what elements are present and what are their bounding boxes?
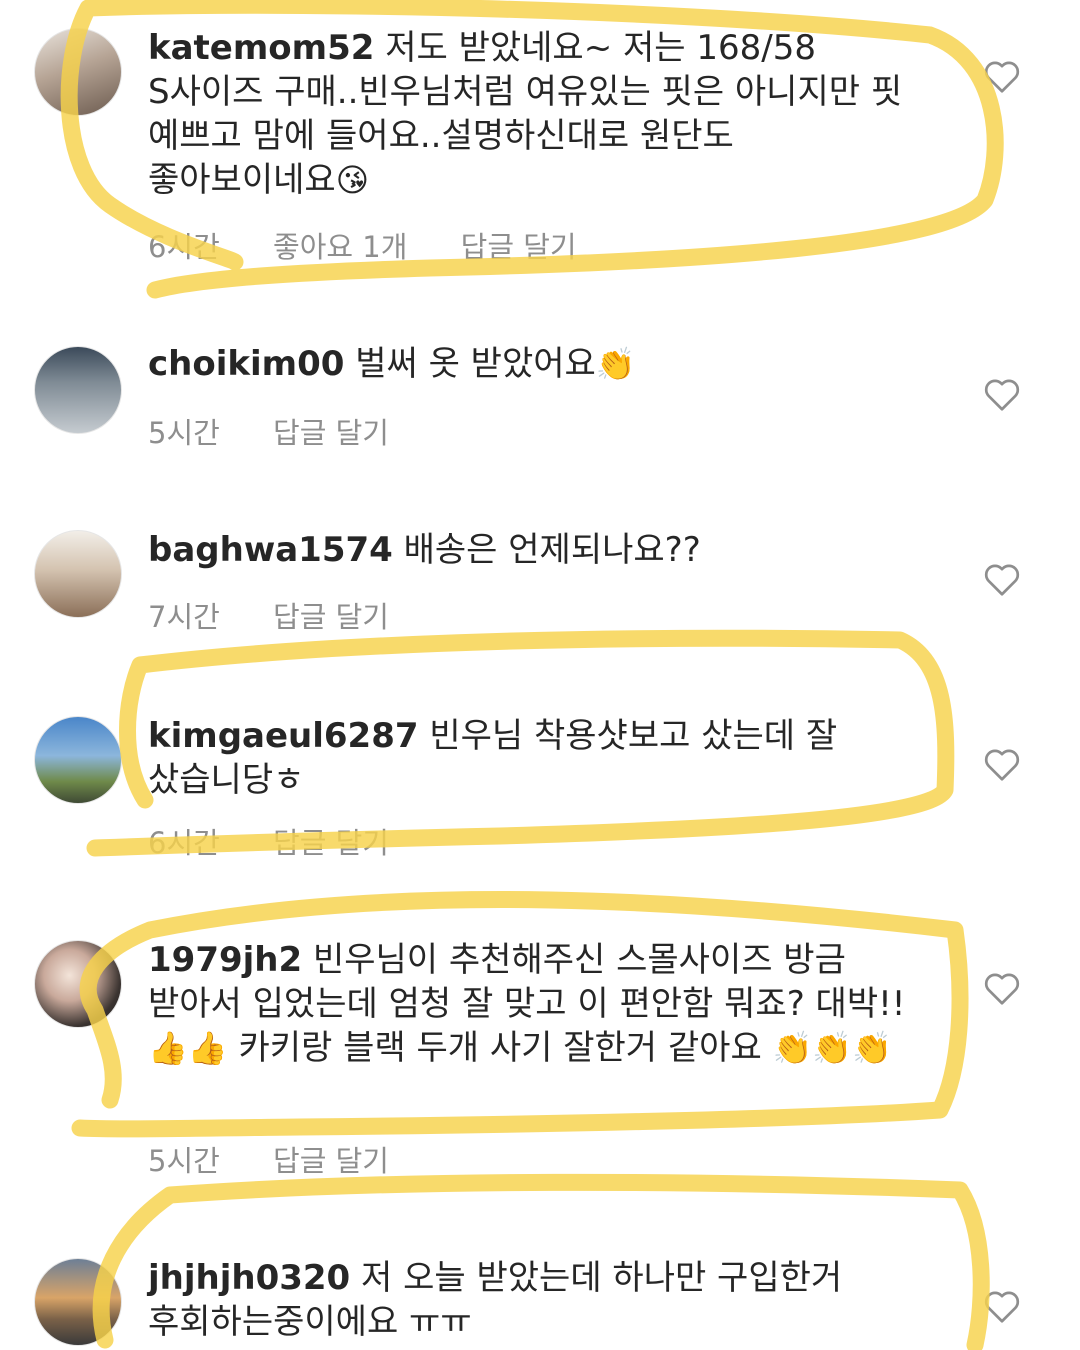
reply-button[interactable]: 답글 달기 — [461, 230, 577, 264]
clap-emoji: 👏 — [595, 345, 636, 383]
reply-button[interactable]: 답글 달기 — [273, 1144, 389, 1178]
heart-icon[interactable] — [984, 378, 1020, 412]
comment-body-continued: 카키랑 블랙 두개 사기 잘한거 같아요 — [238, 1028, 762, 1068]
comment-username[interactable]: choikim00 — [148, 344, 344, 384]
heart-icon[interactable] — [984, 563, 1020, 597]
heart-icon[interactable] — [984, 1290, 1020, 1324]
comment-username[interactable]: kimgaeul6287 — [148, 716, 419, 756]
comment-text: choikim00 벌써 옷 받았어요👏 — [148, 342, 928, 386]
avatar[interactable] — [34, 716, 122, 804]
comment-username[interactable]: baghwa1574 — [148, 530, 393, 570]
comment-meta: 6시간 좋아요 1개 답글 달기 — [148, 224, 621, 266]
comment-meta: 5시간 답글 달기 — [148, 1138, 433, 1180]
comment-meta: 7시간 답글 달기 — [148, 594, 433, 636]
heart-icon[interactable] — [984, 972, 1020, 1006]
comment-body: 벌써 옷 받았어요 — [355, 344, 596, 384]
comment-text: kimgaeul6287 빈우님 착용샷보고 샀는데 잘 샀습니당ㅎ — [148, 714, 928, 802]
comment-username[interactable]: 1979jh2 — [148, 940, 302, 980]
comment-text: jhjhjh0320 저 오늘 받았는데 하나만 구입한거 후회하는중이에요 ㅠ… — [148, 1256, 928, 1344]
heart-icon[interactable] — [984, 60, 1020, 94]
reply-button[interactable]: 답글 달기 — [273, 600, 389, 634]
avatar[interactable] — [34, 940, 122, 1028]
comment-text: katemom52 저도 받았네요~ 저는 168/58 S사이즈 구매..빈우… — [148, 26, 928, 202]
comment-likes[interactable]: 좋아요 1개 — [273, 230, 407, 264]
comment-time: 5시간 — [148, 1144, 220, 1178]
comment-time: 5시간 — [148, 416, 220, 450]
comment-time: 6시간 — [148, 230, 220, 264]
comment-meta: 5시간 답글 달기 — [148, 410, 433, 452]
comment-time: 7시간 — [148, 600, 220, 634]
avatar[interactable] — [34, 346, 122, 434]
heart-icon[interactable] — [984, 748, 1020, 782]
avatar[interactable] — [34, 1258, 122, 1346]
avatar[interactable] — [34, 28, 122, 116]
avatar[interactable] — [34, 530, 122, 618]
thumbs-up-emoji: 👍👍 — [148, 1029, 228, 1067]
comment-body: 배송은 언제되나요?? — [403, 530, 701, 570]
comment-meta: 6시간 답글 달기 — [148, 820, 433, 862]
clap-emoji: 👏👏👏 — [772, 1029, 893, 1067]
reply-button[interactable]: 답글 달기 — [273, 416, 389, 450]
comment-time: 6시간 — [148, 826, 220, 860]
comment-username[interactable]: jhjhjh0320 — [148, 1258, 350, 1298]
comment-text: 1979jh2 빈우님이 추천해주신 스몰사이즈 방금 받아서 입었는데 엄청 … — [148, 938, 918, 1070]
kiss-emoji: 😘 — [335, 161, 370, 199]
reply-button[interactable]: 답글 달기 — [273, 826, 389, 860]
comment-text: baghwa1574 배송은 언제되나요?? — [148, 528, 928, 572]
comment-username[interactable]: katemom52 — [148, 28, 374, 68]
